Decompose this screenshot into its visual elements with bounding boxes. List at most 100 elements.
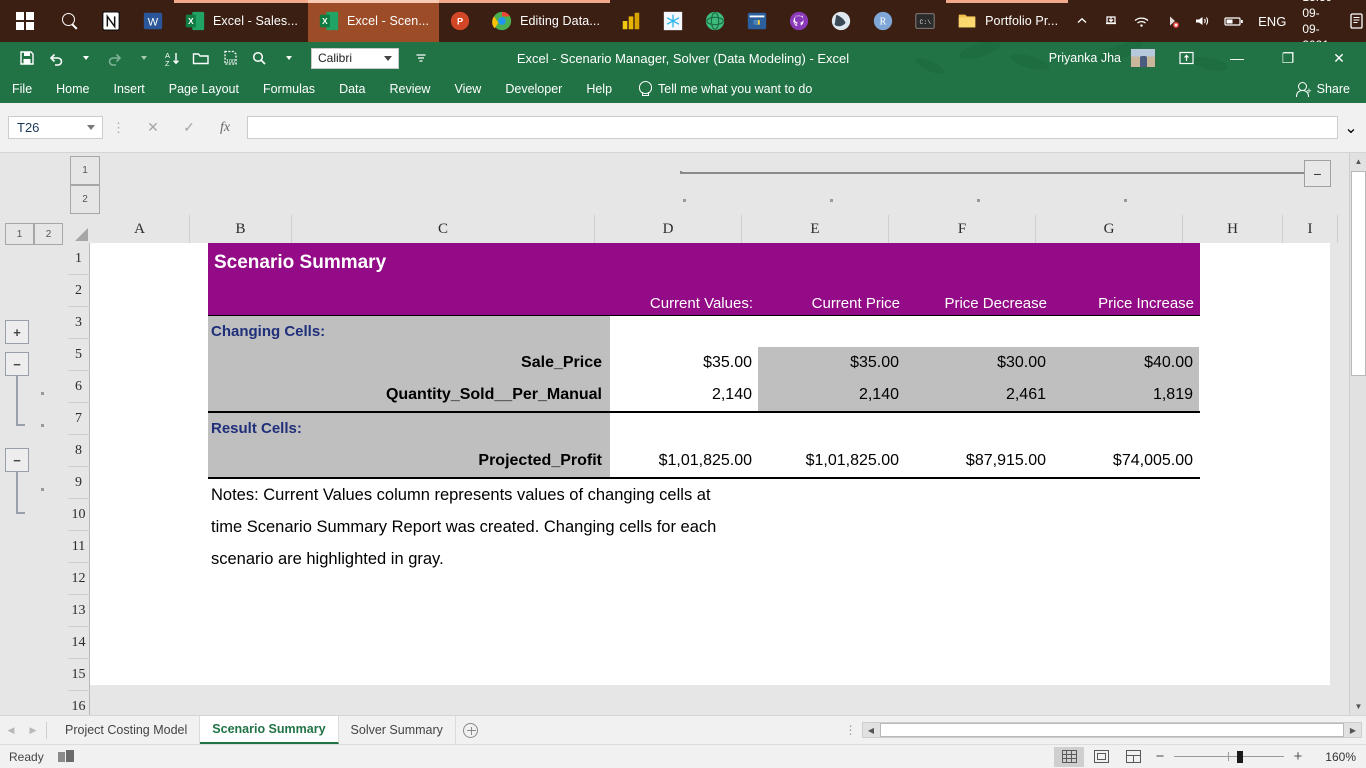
row-header-7[interactable]: 7 (68, 403, 90, 435)
record-macro-icon[interactable] (57, 750, 74, 763)
row-header-12[interactable]: 12 (68, 563, 90, 595)
tab-developer[interactable]: Developer (493, 74, 574, 103)
zoom-to-100-button[interactable]: 100 (217, 46, 243, 70)
enter-entry-button[interactable]: ✓ (171, 116, 207, 139)
sheet-tab-scenario-summary[interactable]: Scenario Summary (200, 716, 339, 744)
column-header-H[interactable]: H (1183, 215, 1283, 243)
tray-expand-button[interactable] (1068, 0, 1096, 42)
onedrive-tray-icon-button[interactable] (1096, 0, 1126, 42)
tab-file[interactable]: File (0, 74, 44, 103)
name-box[interactable]: T26 (8, 116, 103, 139)
row-header-10[interactable]: 10 (68, 499, 90, 531)
vertical-scrollbar[interactable]: ▲ ▼ (1349, 153, 1366, 715)
page-break-view-button[interactable] (1118, 747, 1148, 767)
zoom-slider[interactable] (1174, 749, 1284, 765)
taskbar-item-powerbi[interactable] (610, 0, 652, 42)
taskbar-item-snowflake[interactable] (652, 0, 694, 42)
outline-level-1-row-button[interactable]: 1 (5, 223, 34, 245)
row-header-15[interactable]: 15 (68, 659, 90, 691)
avatar[interactable] (1130, 48, 1156, 68)
row-group-collapse-button-1[interactable]: − (5, 352, 29, 376)
redo-dropdown-button[interactable] (130, 46, 156, 70)
previous-sheet-button[interactable]: ◀ (0, 716, 22, 744)
cell-grid[interactable]: Scenario Summary Current Values: Current… (90, 243, 1330, 685)
close-button[interactable]: ✕ (1318, 43, 1360, 73)
sheet-tab-project-costing-model[interactable]: Project Costing Model (53, 716, 201, 744)
row-group-expand-button[interactable]: + (5, 320, 29, 344)
cancel-entry-button[interactable]: ✕ (135, 116, 171, 139)
insert-function-button[interactable]: fx (207, 116, 243, 139)
tab-resize-grip[interactable]: ⋮ (844, 723, 858, 737)
restore-button[interactable]: ❐ (1267, 43, 1309, 73)
row-header-9[interactable]: 9 (68, 467, 90, 499)
taskbar-search-button[interactable] (50, 0, 90, 42)
ribbon-display-options-button[interactable] (1165, 43, 1207, 73)
column-header-A[interactable]: A (90, 215, 190, 243)
zoom-slider-thumb[interactable] (1237, 750, 1243, 763)
row-header-13[interactable]: 13 (68, 595, 90, 627)
share-button[interactable]: + Share (1295, 81, 1366, 97)
zoom-in-button[interactable]: + (1288, 748, 1308, 765)
tab-formulas[interactable]: Formulas (251, 74, 327, 103)
minimize-button[interactable]: — (1216, 43, 1258, 73)
normal-view-button[interactable] (1054, 746, 1084, 767)
language-indicator[interactable]: ENG (1251, 0, 1293, 42)
scroll-down-button[interactable]: ▼ (1350, 698, 1366, 715)
horizontal-scroll-thumb[interactable] (880, 723, 1344, 737)
redo-button[interactable] (101, 46, 127, 70)
scroll-up-button[interactable]: ▲ (1350, 153, 1366, 170)
column-header-C[interactable]: C (292, 215, 595, 243)
row-header-3[interactable]: 3 (68, 307, 90, 339)
row-group-collapse-button-2[interactable]: − (5, 448, 29, 472)
sheet-tab-solver-summary[interactable]: Solver Summary (339, 716, 456, 744)
column-header-B[interactable]: B (190, 215, 292, 243)
taskbar-item-browser[interactable] (820, 0, 862, 42)
bluetooth-tray-icon-button[interactable] (1157, 0, 1187, 42)
column-header-D[interactable]: D (595, 215, 742, 243)
row-header-11[interactable]: 11 (68, 531, 90, 563)
horizontal-scrollbar[interactable]: ◀ ▶ (862, 722, 1362, 738)
scroll-right-button[interactable]: ▶ (1345, 723, 1361, 737)
tab-review[interactable]: Review (377, 74, 442, 103)
save-button[interactable] (14, 46, 40, 70)
taskbar-item-github[interactable] (778, 0, 820, 42)
taskbar-item-excel-scenario[interactable]: X Excel - Scen... (307, 0, 440, 42)
taskbar-item-portfolio-folder[interactable]: Portfolio Pr... (946, 0, 1069, 42)
add-sheet-button[interactable] (456, 716, 486, 744)
column-header-F[interactable]: F (889, 215, 1036, 243)
taskbar-item-excel-sales[interactable]: X Excel - Sales... (174, 0, 308, 42)
taskbar-item-terminal[interactable]: C:\ (904, 0, 946, 42)
select-all-button[interactable] (68, 215, 90, 243)
row-header-8[interactable]: 8 (68, 435, 90, 467)
page-layout-view-button[interactable] (1086, 747, 1116, 767)
formula-input[interactable] (247, 116, 1338, 139)
volume-tray-icon-button[interactable] (1187, 0, 1217, 42)
taskbar-item-word[interactable]: W (132, 0, 174, 42)
vertical-scroll-thumb[interactable] (1351, 171, 1366, 376)
column-group-collapse-button[interactable]: − (1304, 160, 1331, 187)
tab-help[interactable]: Help (574, 74, 624, 103)
font-name-box[interactable]: Calibri (311, 47, 399, 69)
taskbar-item-python-ide[interactable] (736, 0, 778, 42)
undo-dropdown-button[interactable] (72, 46, 98, 70)
taskbar-item-chrome[interactable]: Editing Data... (481, 0, 611, 42)
row-header-2[interactable]: 2 (68, 275, 90, 307)
column-header-E[interactable]: E (742, 215, 889, 243)
clock[interactable]: 13:39 09-09-2021 (1293, 0, 1341, 52)
row-header-14[interactable]: 14 (68, 627, 90, 659)
tab-insert[interactable]: Insert (102, 74, 157, 103)
column-header-I[interactable]: I (1283, 215, 1338, 243)
notifications-button[interactable] (1341, 0, 1366, 42)
column-header-G[interactable]: G (1036, 215, 1183, 243)
taskbar-item-powerpoint[interactable]: P (439, 0, 482, 42)
wifi-tray-icon-button[interactable] (1126, 0, 1157, 42)
next-sheet-button[interactable]: ▶ (22, 716, 44, 744)
tell-me-search[interactable]: Tell me what you want to do (638, 81, 812, 96)
open-button[interactable] (188, 46, 214, 70)
find-dropdown-button[interactable] (275, 46, 301, 70)
battery-tray-icon-button[interactable] (1217, 0, 1251, 42)
find-button[interactable] (246, 46, 272, 70)
outline-level-2-row-button[interactable]: 2 (34, 223, 63, 245)
tab-page-layout[interactable]: Page Layout (157, 74, 251, 103)
tab-home[interactable]: Home (44, 74, 101, 103)
